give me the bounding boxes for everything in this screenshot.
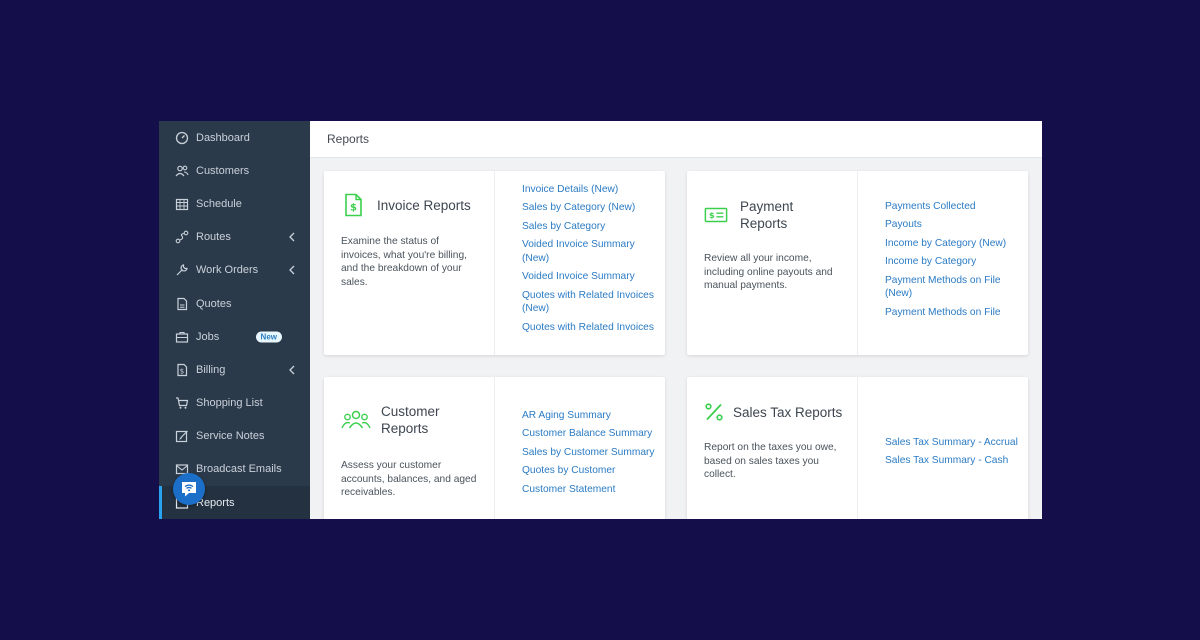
report-link[interactable]: Sales by Category bbox=[522, 220, 660, 234]
new-badge: New bbox=[255, 331, 282, 343]
header-bar: Reports bbox=[310, 121, 1042, 158]
report-link[interactable]: Customer Statement bbox=[522, 483, 654, 497]
card-header: $ Invoice Reports bbox=[341, 193, 471, 217]
sidebar-item-label: Work Orders bbox=[196, 264, 259, 277]
main-content: Reports $ Invoice Reports Examine the st… bbox=[310, 121, 1042, 519]
report-link[interactable]: Voided Invoice Summary (New) bbox=[522, 238, 660, 265]
sidebar-item-label: Jobs bbox=[196, 330, 220, 343]
sidebar: Dashboard Customers Schedule Routes Work… bbox=[159, 121, 310, 519]
report-links: Payments Collected Payouts Income by Cat… bbox=[885, 200, 1010, 324]
customers-group-icon bbox=[341, 410, 371, 429]
card-header: Sales Tax Reports bbox=[704, 402, 842, 422]
customers-icon bbox=[175, 164, 189, 178]
cart-icon bbox=[175, 396, 189, 410]
report-link[interactable]: Quotes by Customer bbox=[522, 464, 654, 478]
report-link[interactable]: Customer Balance Summary bbox=[522, 427, 654, 441]
sidebar-item-customers[interactable]: Customers bbox=[159, 154, 310, 187]
report-link[interactable]: Sales by Customer Summary bbox=[522, 446, 654, 460]
chevron-left-icon bbox=[289, 365, 295, 375]
card-summary: $ Payment Reports Review all your income… bbox=[687, 171, 858, 355]
sidebar-item-routes[interactable]: Routes bbox=[159, 221, 310, 254]
wrench-icon bbox=[175, 263, 189, 277]
sidebar-item-service-notes[interactable]: Service Notes bbox=[159, 420, 310, 453]
billing-icon: $ bbox=[175, 363, 189, 377]
report-link[interactable]: Payment Methods on File bbox=[885, 306, 1010, 320]
sidebar-item-label: Customers bbox=[196, 164, 250, 177]
report-link[interactable]: Income by Category (New) bbox=[885, 237, 1010, 251]
card-summary: Customer Reports Assess your customer ac… bbox=[324, 377, 495, 519]
report-link[interactable]: Income by Category bbox=[885, 255, 1010, 269]
dashboard-icon bbox=[175, 131, 189, 145]
sidebar-item-dashboard[interactable]: Dashboard bbox=[159, 121, 310, 154]
sales-tax-reports-card: Sales Tax Reports Report on the taxes yo… bbox=[687, 377, 1028, 519]
sidebar-item-label: Dashboard bbox=[196, 131, 250, 144]
sidebar-item-label: Shopping List bbox=[196, 397, 263, 410]
card-header: $ Payment Reports bbox=[704, 198, 810, 232]
card-title: Payment Reports bbox=[740, 199, 794, 231]
svg-text:$: $ bbox=[180, 367, 184, 375]
report-links: Invoice Details (New) Sales by Category … bbox=[522, 183, 660, 339]
svg-text:$: $ bbox=[350, 203, 357, 214]
page-title: Reports bbox=[327, 132, 370, 146]
report-links: AR Aging Summary Customer Balance Summar… bbox=[522, 409, 654, 501]
chevron-left-icon bbox=[289, 265, 295, 275]
sidebar-item-schedule[interactable]: Schedule bbox=[159, 187, 310, 220]
sidebar-item-jobs[interactable]: Jobs New bbox=[159, 320, 310, 353]
report-link[interactable]: Payment Methods on File (New) bbox=[885, 274, 1010, 301]
report-link[interactable]: Sales Tax Summary - Cash bbox=[885, 454, 1018, 468]
quotes-icon bbox=[175, 297, 189, 311]
invoice-reports-card: $ Invoice Reports Examine the status of … bbox=[324, 171, 665, 355]
edit-icon bbox=[175, 429, 189, 443]
sidebar-item-billing[interactable]: $ Billing bbox=[159, 353, 310, 386]
card-description: Review all your income, including online… bbox=[704, 253, 833, 291]
briefcase-icon bbox=[175, 330, 189, 344]
card-summary: $ Invoice Reports Examine the status of … bbox=[324, 171, 495, 355]
payment-reports-card: $ Payment Reports Review all your income… bbox=[687, 171, 1028, 355]
card-title: Sales Tax Reports bbox=[733, 404, 843, 420]
customer-reports-card: Customer Reports Assess your customer ac… bbox=[324, 377, 665, 519]
sidebar-item-label: Schedule bbox=[196, 197, 242, 210]
report-link[interactable]: Sales by Category (New) bbox=[522, 201, 660, 215]
chevron-left-icon bbox=[289, 232, 295, 242]
sidebar-item-shopping-list[interactable]: Shopping List bbox=[159, 387, 310, 420]
sidebar-item-label: Routes bbox=[196, 231, 231, 244]
report-link[interactable]: Voided Invoice Summary bbox=[522, 270, 660, 284]
card-description: Assess your customer accounts, balances,… bbox=[341, 460, 477, 498]
calendar-icon bbox=[175, 197, 189, 211]
payment-icon: $ bbox=[704, 207, 728, 223]
sidebar-item-label: Broadcast Emails bbox=[196, 463, 282, 476]
sidebar-item-label: Quotes bbox=[196, 297, 232, 310]
card-description: Examine the status of invoices, what you… bbox=[341, 236, 467, 288]
app-window: Dashboard Customers Schedule Routes Work… bbox=[159, 121, 1042, 519]
card-title: Invoice Reports bbox=[377, 197, 471, 213]
report-link[interactable]: Payouts bbox=[885, 218, 1010, 232]
routes-icon bbox=[175, 230, 189, 244]
report-link[interactable]: Payments Collected bbox=[885, 200, 1010, 214]
report-link[interactable]: AR Aging Summary bbox=[522, 409, 654, 423]
sidebar-item-quotes[interactable]: Quotes bbox=[159, 287, 310, 320]
report-link[interactable]: Invoice Details (New) bbox=[522, 183, 660, 197]
sidebar-item-label: Service Notes bbox=[196, 430, 265, 443]
chat-wifi-icon bbox=[182, 482, 196, 497]
card-title: Customer Reports bbox=[381, 404, 440, 436]
chat-support-button[interactable] bbox=[173, 473, 205, 505]
card-summary: Sales Tax Reports Report on the taxes yo… bbox=[687, 377, 858, 519]
sidebar-item-work-orders[interactable]: Work Orders bbox=[159, 254, 310, 287]
sidebar-item-label: Billing bbox=[196, 363, 226, 376]
report-link[interactable]: Quotes with Related Invoices (New) bbox=[522, 289, 660, 316]
report-links: Sales Tax Summary - Accrual Sales Tax Su… bbox=[885, 436, 1018, 473]
svg-text:$: $ bbox=[709, 210, 715, 220]
report-link[interactable]: Quotes with Related Invoices bbox=[522, 321, 660, 335]
invoice-icon: $ bbox=[345, 193, 362, 217]
card-header: Customer Reports bbox=[341, 403, 451, 437]
percent-icon bbox=[705, 403, 723, 421]
card-description: Report on the taxes you owe, based on sa… bbox=[704, 442, 837, 480]
report-link[interactable]: Sales Tax Summary - Accrual bbox=[885, 436, 1018, 450]
